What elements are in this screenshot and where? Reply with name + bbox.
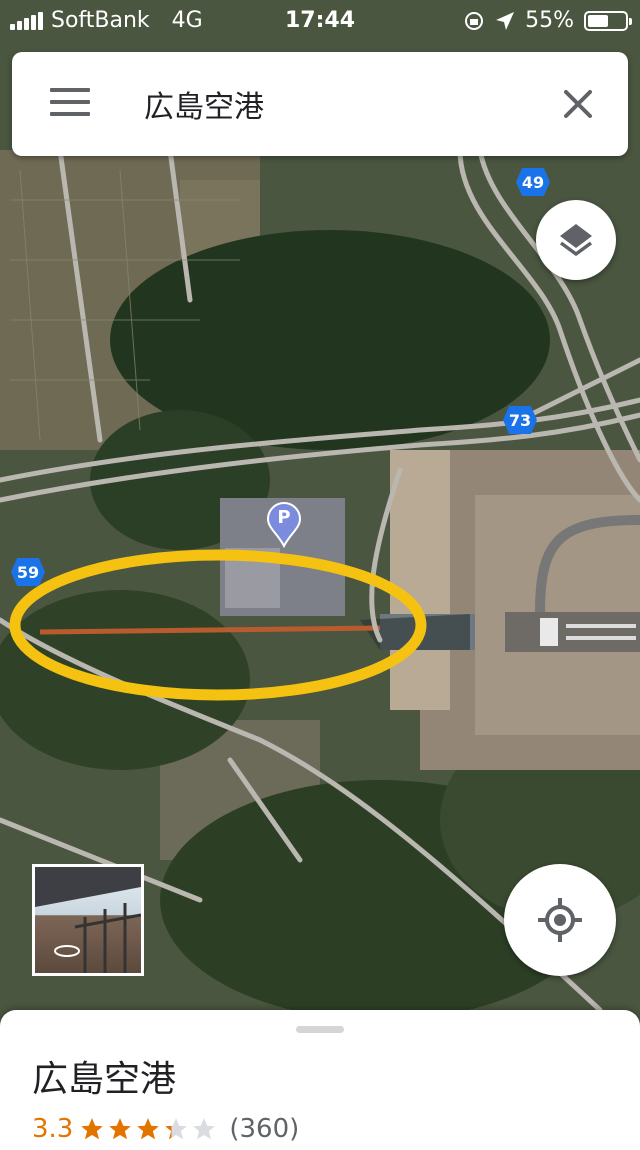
star-icon [137, 1118, 160, 1140]
rating-value: 3.3 [32, 1114, 74, 1144]
route-badge-73: 73 [503, 406, 537, 434]
status-bar: SoftBank 4G 17:44 55% [0, 0, 640, 40]
menu-button[interactable] [50, 88, 90, 120]
route-badge-49: 49 [516, 168, 550, 196]
star-icon [81, 1118, 104, 1140]
battery-icon [584, 10, 632, 31]
battery-percent: 55% [525, 8, 574, 33]
street-view-image [35, 867, 141, 973]
street-view-thumbnail[interactable] [32, 864, 144, 976]
search-bar[interactable]: 広島空港 [12, 52, 628, 156]
place-bottom-sheet[interactable]: 広島空港 3.3 (360) [0, 1010, 640, 1150]
clear-search-button[interactable] [558, 84, 598, 124]
search-input[interactable]: 広島空港 [144, 82, 264, 126]
star-icon [193, 1118, 216, 1140]
my-location-button[interactable] [504, 864, 616, 976]
layers-button[interactable] [536, 200, 616, 280]
close-icon [564, 90, 592, 118]
review-count: (360) [229, 1114, 300, 1144]
parking-label: P [277, 507, 291, 528]
parking-pin[interactable]: P [266, 502, 302, 549]
star-icon [165, 1118, 188, 1140]
menu-icon [50, 88, 90, 116]
layers-icon [559, 224, 593, 257]
sheet-drag-handle[interactable] [296, 1026, 344, 1033]
star-icon [109, 1118, 132, 1140]
rotation-lock-icon [465, 11, 484, 30]
location-arrow-icon [496, 11, 515, 30]
rating-row[interactable]: 3.3 (360) [32, 1114, 299, 1144]
rotate-360-icon [54, 945, 80, 957]
star-rating [79, 1116, 217, 1142]
place-title: 広島空港 [32, 1059, 177, 1100]
route-badge-59: 59 [11, 558, 45, 586]
my-location-icon [538, 898, 582, 942]
